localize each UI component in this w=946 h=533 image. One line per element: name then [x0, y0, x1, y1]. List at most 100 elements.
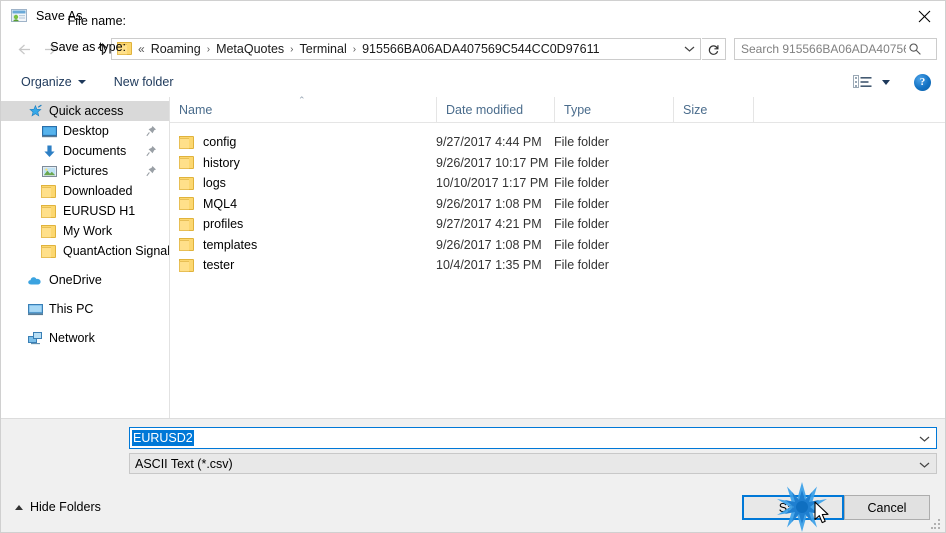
- sidebar-item-onedrive[interactable]: OneDrive: [1, 270, 169, 290]
- list-view-icon[interactable]: [853, 74, 873, 90]
- file-name-cell: tester: [179, 258, 234, 272]
- file-name-input[interactable]: EURUSD2: [129, 427, 937, 449]
- type-cell: File folder: [554, 155, 609, 170]
- breadcrumb-item-terminal[interactable]: Terminal: [296, 40, 351, 58]
- sidebar-item-network[interactable]: Network: [1, 328, 169, 348]
- table-row[interactable]: logs 10/10/2017 1:17 PM File folder: [170, 173, 945, 194]
- sidebar-item-label: Network: [49, 331, 95, 345]
- network-icon: [27, 330, 43, 346]
- table-row[interactable]: profiles 9/27/2017 4:21 PM File folder: [170, 214, 945, 235]
- resize-grip-icon[interactable]: [931, 519, 942, 530]
- date-modified-cell: 9/26/2017 10:17 PM: [436, 155, 549, 170]
- navigation-bar: « Roaming › MetaQuotes › Terminal › 9155…: [1, 31, 945, 67]
- search-box[interactable]: [734, 38, 937, 60]
- sidebar-item-quick-access[interactable]: Quick access: [1, 101, 169, 121]
- star-pin-icon: [27, 103, 43, 119]
- save-as-type-label: Save as type:: [50, 40, 126, 54]
- sidebar-item-label: This PC: [49, 302, 94, 316]
- date-modified-cell: 9/26/2017 1:08 PM: [436, 196, 542, 211]
- breadcrumb-separator[interactable]: ›: [205, 44, 212, 55]
- sidebar-item-quantaction-signal[interactable]: QuantAction Signal: [1, 241, 169, 261]
- search-input[interactable]: [741, 42, 906, 56]
- date-modified-cell: 9/26/2017 1:08 PM: [436, 237, 542, 252]
- sidebar-item-label: QuantAction Signal: [63, 244, 169, 258]
- breadcrumb-item-terminal-id[interactable]: 915566BA06ADA407569C544CC0D97611: [358, 40, 603, 58]
- breadcrumb-separator[interactable]: ›: [288, 44, 295, 55]
- sidebar-item-label: Pictures: [63, 164, 109, 178]
- column-header-size[interactable]: Size: [673, 97, 753, 122]
- pictures-icon: [41, 163, 57, 179]
- type-cell: File folder: [554, 258, 609, 273]
- type-cell: File folder: [554, 135, 609, 150]
- address-dropdown-button[interactable]: [678, 39, 700, 59]
- table-row[interactable]: tester 10/4/2017 1:35 PM File folder: [170, 255, 945, 276]
- breadcrumb-item-metaquotes[interactable]: MetaQuotes: [212, 40, 288, 58]
- column-header-date-modified[interactable]: Date modified: [436, 97, 554, 122]
- refresh-icon: [708, 44, 719, 55]
- table-row[interactable]: config 9/27/2017 4:44 PM File folder: [170, 132, 945, 153]
- sidebar-item-this-pc[interactable]: This PC: [1, 299, 169, 319]
- cancel-button[interactable]: Cancel: [844, 495, 930, 520]
- sidebar-item-pictures[interactable]: Pictures: [1, 161, 169, 181]
- close-button[interactable]: [901, 1, 945, 31]
- file-name-label: logs: [203, 176, 226, 191]
- file-name-label: profiles: [203, 217, 244, 232]
- save-button[interactable]: Save: [742, 495, 844, 520]
- help-icon[interactable]: ?: [914, 73, 931, 91]
- new-folder-button[interactable]: New folder: [108, 70, 180, 94]
- sidebar-item-my-work[interactable]: My Work: [1, 221, 169, 241]
- dialog-content: Quick access Desktop Documents Pictures …: [1, 96, 945, 418]
- chevron-down-icon[interactable]: [919, 458, 930, 472]
- title-bar: Save As: [1, 1, 945, 31]
- file-name-cell: templates: [179, 238, 257, 252]
- download-arrow-icon: [41, 143, 57, 159]
- column-header-label: Type: [564, 102, 592, 117]
- organize-label: Organize: [21, 75, 72, 89]
- command-toolbar: Organize New folder ?: [1, 67, 945, 98]
- breadcrumb-separator[interactable]: ›: [351, 44, 358, 55]
- folder-icon: [179, 217, 195, 231]
- sidebar-item-downloaded[interactable]: Downloaded: [1, 181, 169, 201]
- file-name-cell: history: [179, 156, 240, 170]
- date-modified-cell: 9/27/2017 4:44 PM: [436, 135, 542, 150]
- folder-icon: [179, 156, 195, 170]
- sidebar-item-documents[interactable]: Documents: [1, 141, 169, 161]
- sidebar-item-desktop[interactable]: Desktop: [1, 121, 169, 141]
- sidebar-item-eurusd-h1[interactable]: EURUSD H1: [1, 201, 169, 221]
- save-as-type-select[interactable]: ASCII Text (*.csv): [129, 453, 937, 474]
- folder-icon: [179, 176, 195, 190]
- table-row[interactable]: MQL4 9/26/2017 1:08 PM File folder: [170, 194, 945, 215]
- file-name-cell: profiles: [179, 217, 243, 231]
- file-name-label: history: [203, 155, 240, 170]
- column-header-type[interactable]: Type: [554, 97, 673, 122]
- organize-button[interactable]: Organize: [15, 70, 92, 94]
- folder-icon: [179, 258, 195, 272]
- table-row[interactable]: history 9/26/2017 10:17 PM File folder: [170, 153, 945, 174]
- folder-icon: [41, 183, 57, 199]
- address-bar[interactable]: « Roaming › MetaQuotes › Terminal › 9155…: [111, 38, 701, 60]
- pin-icon[interactable]: [146, 145, 157, 157]
- type-cell: File folder: [554, 196, 609, 211]
- cancel-button-label: Cancel: [867, 500, 907, 515]
- pin-icon[interactable]: [146, 165, 157, 177]
- breadcrumb-item-roaming[interactable]: Roaming: [147, 40, 205, 58]
- sidebar-item-label: OneDrive: [49, 273, 102, 287]
- save-as-type-value: ASCII Text (*.csv): [135, 456, 233, 471]
- file-name-cell: logs: [179, 176, 226, 190]
- view-dropdown-button[interactable]: [882, 79, 890, 85]
- file-name-label: tester: [203, 258, 235, 273]
- table-row[interactable]: templates 9/26/2017 1:08 PM File folder: [170, 235, 945, 256]
- pin-icon[interactable]: [146, 125, 157, 137]
- column-header-label: Name: [179, 102, 213, 117]
- breadcrumb: « Roaming › MetaQuotes › Terminal › 9155…: [135, 40, 678, 58]
- folder-icon: [179, 238, 195, 252]
- hide-folders-button[interactable]: Hide Folders: [15, 500, 101, 514]
- sidebar-item-label: EURUSD H1: [63, 204, 136, 218]
- refresh-button[interactable]: [702, 38, 726, 60]
- sidebar-item-label: My Work: [63, 224, 113, 238]
- chevron-up-icon: [15, 504, 23, 510]
- chevron-down-icon[interactable]: [919, 432, 930, 446]
- breadcrumb-overflow[interactable]: «: [135, 40, 147, 58]
- folder-icon: [41, 203, 57, 219]
